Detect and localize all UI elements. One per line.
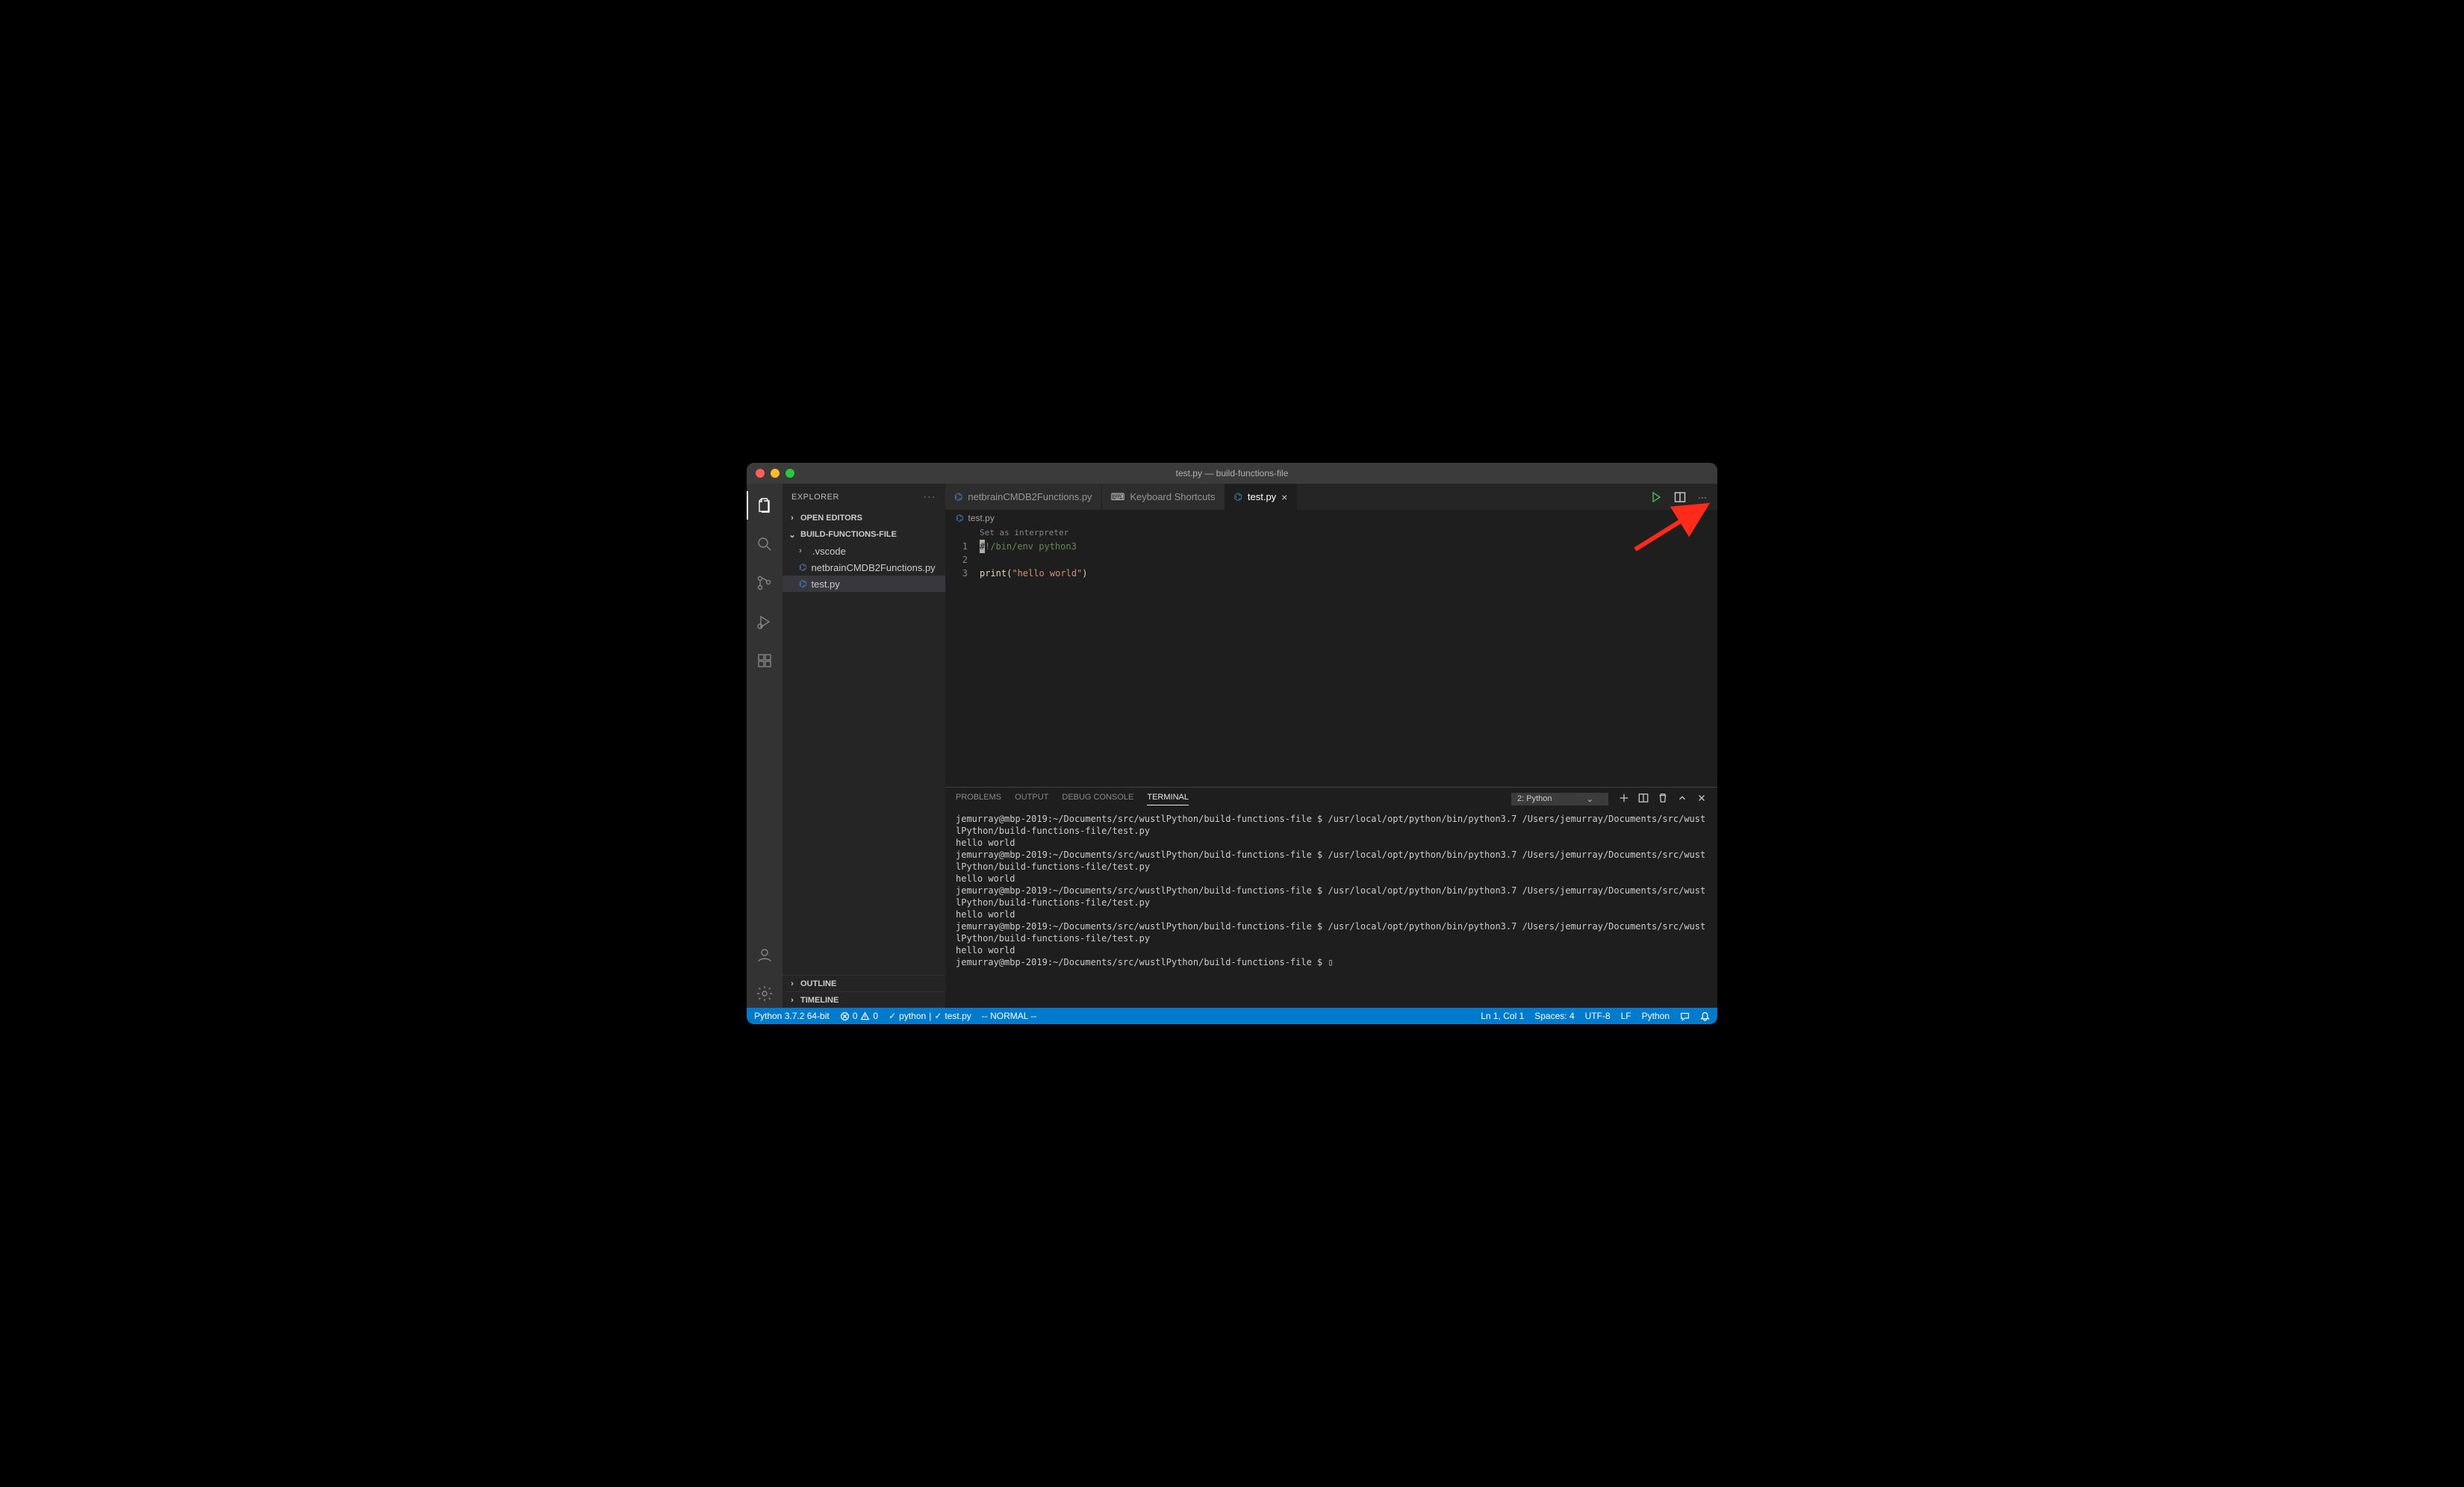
tree-folder-vscode[interactable]: › .vscode [783, 543, 945, 559]
source-control-icon[interactable] [747, 569, 783, 597]
code-text: "hello world" [1012, 568, 1082, 579]
section-open-editors[interactable]: › OPEN EDITORS [783, 510, 945, 526]
panel-tab-debug[interactable]: DEBUG CONSOLE [1062, 793, 1133, 805]
tab-netbrain[interactable]: ⌬ netbrainCMDB2Functions.py [945, 484, 1102, 510]
close-panel-button[interactable] [1696, 793, 1707, 805]
vscode-window: test.py — build-functions-file [747, 463, 1717, 1024]
python-file-icon: ⌬ [956, 513, 963, 523]
close-window-button[interactable] [756, 469, 765, 478]
keyboard-icon: ⌨ [1111, 491, 1125, 503]
line-number: 1 [945, 540, 968, 553]
status-check-python[interactable]: ✓ python | [889, 1011, 931, 1021]
chevron-down-icon: ⌄ [787, 530, 797, 540]
tree-file-netbrain[interactable]: ⌬ netbrainCMDB2Functions.py [783, 559, 945, 576]
split-terminal-button[interactable] [1638, 793, 1649, 805]
breadcrumb-label: test.py [968, 513, 994, 523]
new-terminal-button[interactable] [1619, 793, 1629, 805]
line-gutter: 1 2 3 [945, 526, 980, 787]
status-bell-icon[interactable] [1700, 1011, 1710, 1021]
panel-tab-output[interactable]: OUTPUT [1015, 793, 1048, 805]
status-problems[interactable]: 0 0 [840, 1011, 878, 1021]
chevron-right-icon: › [787, 979, 797, 988]
search-icon[interactable] [747, 530, 783, 558]
tab-bar: ⌬ netbrainCMDB2Functions.py ⌨ Keyboard S… [945, 484, 1717, 510]
tab-label: Keyboard Shortcuts [1130, 491, 1215, 502]
tab-label: test.py [1248, 491, 1276, 502]
maximize-window-button[interactable] [785, 469, 794, 478]
section-label: OPEN EDITORS [800, 514, 862, 523]
chevron-down-icon: ⌄ [1587, 794, 1593, 804]
line-number: 3 [945, 567, 968, 580]
python-file-icon: ⌬ [1234, 491, 1242, 503]
tree-item-label: test.py [811, 579, 839, 590]
run-debug-icon[interactable] [747, 608, 783, 636]
status-eol[interactable]: LF [1621, 1011, 1631, 1021]
section-label: OUTLINE [800, 979, 836, 988]
sidebar-title: EXPLORER [791, 493, 839, 502]
window-title: test.py — build-functions-file [1176, 468, 1289, 478]
minimize-window-button[interactable] [771, 469, 780, 478]
tree-item-label: netbrainCMDB2Functions.py [811, 562, 935, 573]
status-bar: Python 3.7.2 64-bit 0 0 ✓ python | ✓ tes… [747, 1008, 1717, 1024]
extensions-icon[interactable] [747, 646, 783, 675]
kill-terminal-button[interactable] [1658, 793, 1668, 805]
sidebar-more-icon[interactable]: ··· [924, 493, 936, 502]
chevron-right-icon: › [799, 546, 808, 555]
activity-bar [747, 484, 783, 1008]
bottom-panel: PROBLEMS OUTPUT DEBUG CONSOLE TERMINAL 2… [945, 787, 1717, 1008]
explorer-icon[interactable] [747, 491, 783, 520]
close-tab-icon[interactable]: × [1281, 491, 1287, 503]
titlebar: test.py — build-functions-file [747, 463, 1717, 484]
section-workspace[interactable]: ⌄ BUILD-FUNCTIONS-FILE [783, 526, 945, 543]
status-feedback-icon[interactable] [1680, 1011, 1690, 1021]
panel-tab-problems[interactable]: PROBLEMS [956, 793, 1001, 805]
breadcrumb[interactable]: ⌬ test.py [945, 510, 1717, 526]
status-check-file[interactable]: ✓ test.py [934, 1011, 971, 1021]
tab-label: netbrainCMDB2Functions.py [968, 491, 1092, 502]
status-python-version[interactable]: Python 3.7.2 64-bit [754, 1011, 830, 1021]
editor-more-icon[interactable]: ··· [1698, 492, 1707, 502]
status-vim-mode: -- NORMAL -- [982, 1011, 1037, 1021]
status-encoding[interactable]: UTF-8 [1585, 1011, 1611, 1021]
panel-tab-terminal[interactable]: TERMINAL [1147, 793, 1189, 805]
code-text: ) [1082, 568, 1087, 579]
settings-gear-icon[interactable] [747, 979, 783, 1008]
status-indent[interactable]: Spaces: 4 [1534, 1011, 1574, 1021]
section-label: TIMELINE [800, 996, 839, 1005]
status-line-col[interactable]: Ln 1, Col 1 [1481, 1011, 1524, 1021]
line-number: 2 [945, 553, 968, 567]
panel-tab-bar: PROBLEMS OUTPUT DEBUG CONSOLE TERMINAL 2… [945, 788, 1717, 810]
chevron-right-icon: › [787, 996, 797, 1005]
section-label: BUILD-FUNCTIONS-FILE [800, 530, 897, 539]
python-file-icon: ⌬ [799, 579, 806, 589]
python-file-icon: ⌬ [799, 562, 806, 573]
code-editor[interactable]: 1 2 3 Set as interpreter #!/bin/env pyth… [945, 526, 1717, 787]
section-outline[interactable]: › OUTLINE [783, 975, 945, 991]
terminal-output[interactable]: jemurray@mbp-2019:~/Documents/src/wustlP… [945, 810, 1717, 1008]
explorer-sidebar: EXPLORER ··· › OPEN EDITORS ⌄ BUILD-FUNC… [783, 484, 945, 1008]
tree-item-label: .vscode [812, 546, 846, 557]
code-text: print [980, 568, 1007, 579]
section-timeline[interactable]: › TIMELINE [783, 991, 945, 1008]
maximize-panel-button[interactable] [1677, 793, 1687, 805]
terminal-selector[interactable]: 2: Python ⌄ [1511, 793, 1608, 805]
tree-file-test[interactable]: ⌬ test.py [783, 576, 945, 592]
editor-area: ⌬ netbrainCMDB2Functions.py ⌨ Keyboard S… [945, 484, 1717, 1008]
split-editor-button[interactable] [1674, 491, 1686, 503]
accounts-icon[interactable] [747, 941, 783, 969]
chevron-right-icon: › [787, 514, 797, 523]
sidebar-header: EXPLORER ··· [783, 484, 945, 510]
editor-cursor: # [980, 540, 985, 553]
run-file-button[interactable] [1650, 491, 1662, 503]
terminal-selector-label: 2: Python [1517, 794, 1552, 803]
tab-keyboard-shortcuts[interactable]: ⌨ Keyboard Shortcuts [1102, 484, 1225, 510]
code-text: !/bin/env python3 [985, 541, 1077, 552]
tab-test[interactable]: ⌬ test.py × [1225, 484, 1298, 510]
status-language[interactable]: Python [1642, 1011, 1670, 1021]
codelens-set-interpreter[interactable]: Set as interpreter [980, 526, 1717, 540]
python-file-icon: ⌬ [954, 491, 962, 503]
traffic-lights [747, 469, 794, 478]
